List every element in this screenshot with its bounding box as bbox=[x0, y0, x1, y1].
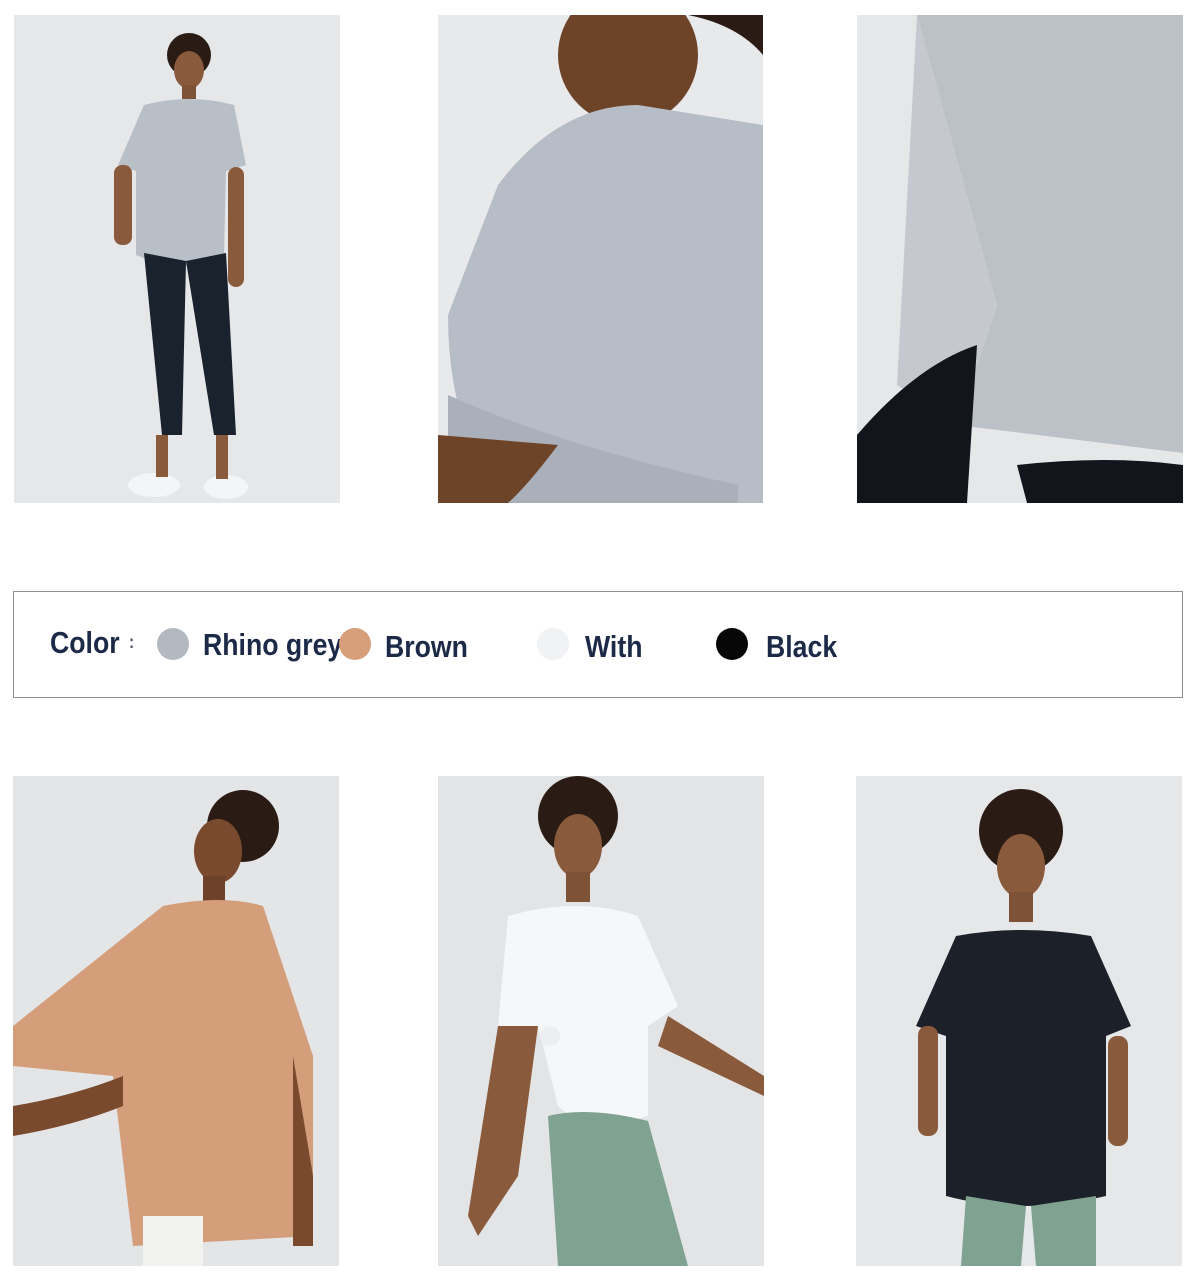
product-photo-white-knotted bbox=[438, 776, 764, 1266]
color-name-brown[interactable]: Brown bbox=[385, 629, 468, 665]
product-photo-grey-shoulder-detail bbox=[438, 15, 763, 503]
model-grey-full-body bbox=[14, 15, 340, 503]
product-photo-grey-full-body bbox=[14, 15, 340, 503]
shirt-black bbox=[916, 930, 1131, 1206]
color-selector: Color : Rhino grey Brown With Black bbox=[13, 591, 1183, 698]
color-name-black[interactable]: Black bbox=[766, 629, 837, 665]
color-name-with[interactable]: With bbox=[585, 629, 642, 665]
color-swatch-with[interactable] bbox=[537, 628, 569, 660]
model-black bbox=[856, 776, 1182, 1266]
model-brown bbox=[13, 776, 339, 1266]
color-separator: : bbox=[129, 632, 135, 652]
model-white bbox=[438, 776, 764, 1266]
shoulder-sleeve-detail bbox=[438, 15, 763, 503]
color-name-rhino-grey[interactable]: Rhino grey bbox=[203, 627, 342, 663]
product-photo-black-front bbox=[856, 776, 1182, 1266]
side-slit-detail bbox=[857, 15, 1183, 503]
color-swatch-black[interactable] bbox=[716, 628, 748, 660]
product-photo-brown-side-view bbox=[13, 776, 339, 1266]
color-label: Color bbox=[50, 625, 120, 660]
color-swatch-brown[interactable] bbox=[339, 628, 371, 660]
product-photo-grey-side-slit-detail bbox=[857, 15, 1183, 503]
color-swatch-rhino-grey[interactable] bbox=[157, 628, 189, 660]
